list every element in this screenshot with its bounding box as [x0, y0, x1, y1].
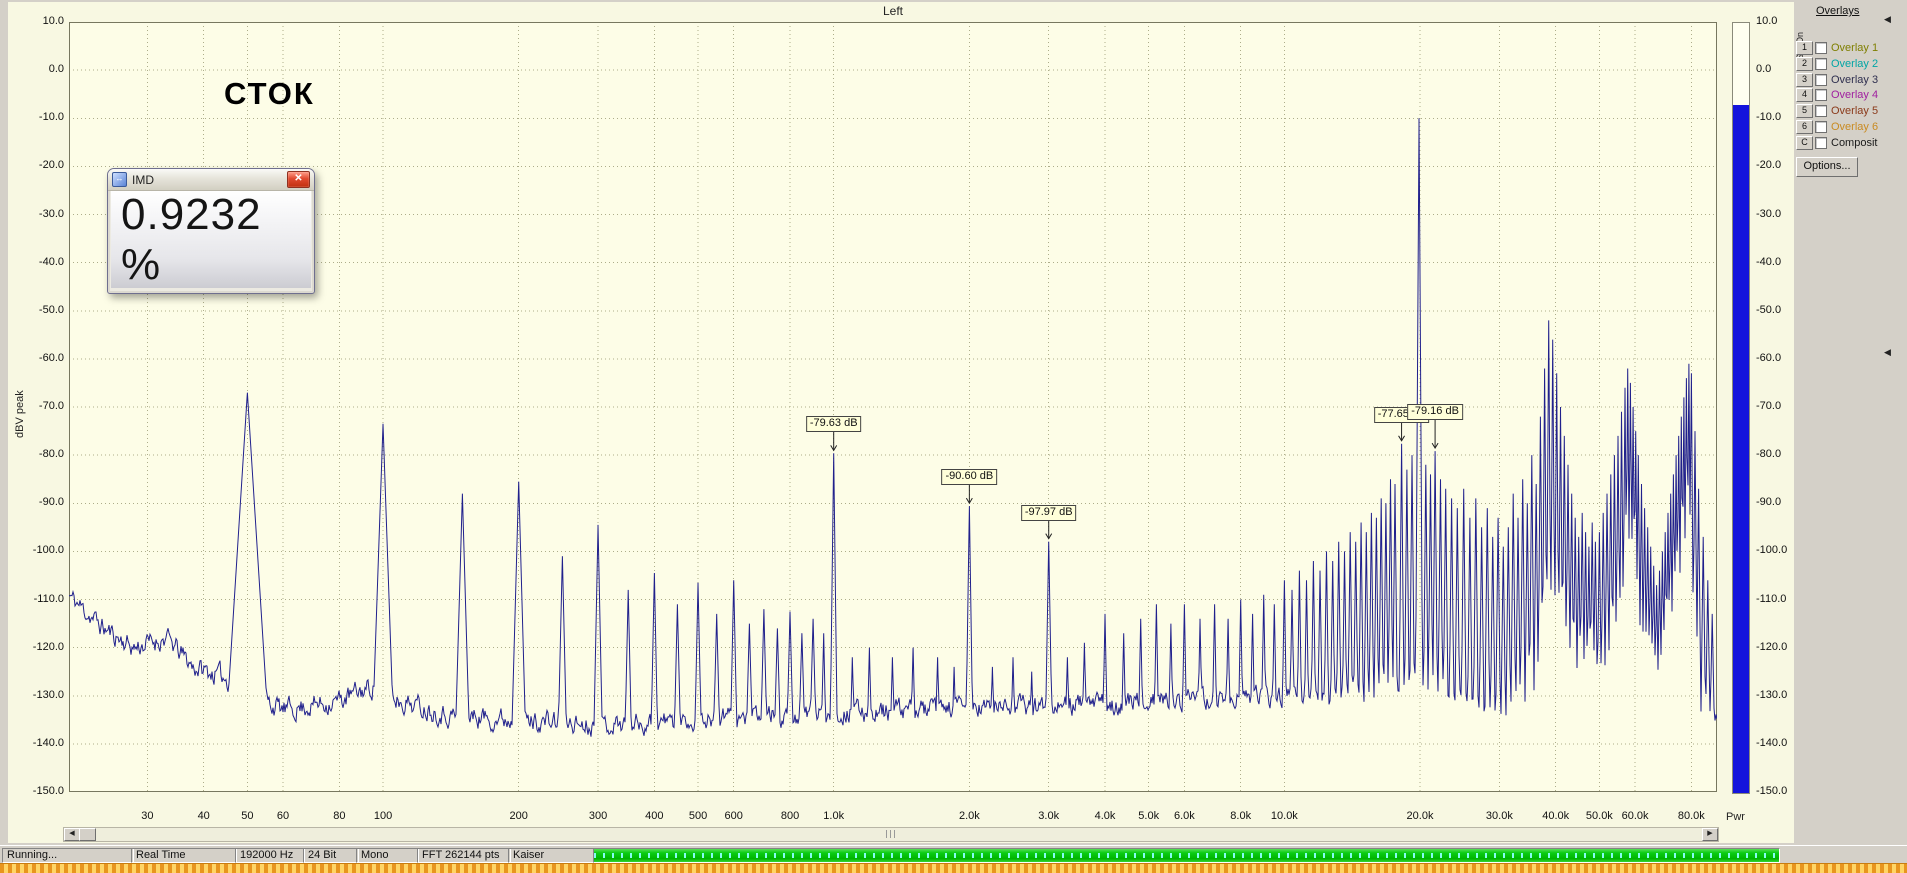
- marker-label[interactable]: -97.97 dB: [1020, 504, 1077, 521]
- spectrum-plot-canvas[interactable]: [69, 22, 1717, 792]
- imd-value: 0.9232 %: [121, 189, 262, 289]
- overlay-on-checkbox[interactable]: [1815, 121, 1827, 133]
- overlay-set-button[interactable]: 2: [1796, 56, 1813, 71]
- horizontal-scrollbar[interactable]: ◀ ▶: [63, 827, 1719, 842]
- channel-title: Left: [882, 4, 904, 18]
- status-field: FFT 262144 pts: [417, 848, 511, 863]
- overlay-on-checkbox[interactable]: [1815, 105, 1827, 118]
- scrollbar-left-arrow-icon[interactable]: ◀: [64, 828, 80, 841]
- spectrum-analyzer-app: { "header": { "title": "Left" }, "axes":…: [0, 0, 1907, 873]
- plot-annotation-text: СТОК: [224, 76, 315, 111]
- progress-wave-pattern: [594, 853, 1779, 858]
- overlay-on-checkbox[interactable]: [1815, 57, 1827, 70]
- status-field: 24 Bit: [303, 848, 359, 863]
- overlay-on-checkbox[interactable]: [1815, 89, 1827, 102]
- panel-collapse-arrow-icon[interactable]: ◀: [1884, 14, 1891, 25]
- imd-window-close-icon[interactable]: ✕: [287, 171, 310, 188]
- progress-bar: [594, 849, 1779, 862]
- scrollbar-thumb[interactable]: [79, 828, 96, 841]
- progress-field: [593, 848, 1780, 863]
- status-field: 192000 Hz: [235, 848, 305, 863]
- overlay-label: Overlay 5: [1831, 105, 1879, 118]
- overlay-label: Overlay 4: [1831, 89, 1879, 102]
- overlay-row: 2 Overlay 2: [1796, 56, 1879, 71]
- status-field: Running...: [2, 848, 134, 863]
- overlay-on-checkbox[interactable]: [1815, 42, 1827, 54]
- overlay-label: Overlay 2: [1831, 57, 1879, 70]
- overlay-set-button[interactable]: 3: [1796, 72, 1813, 87]
- overlay-row: 4 Overlay 4: [1796, 88, 1879, 103]
- overlay-label: Overlay 3: [1831, 73, 1879, 86]
- overlay-set-button[interactable]: 1: [1796, 41, 1813, 55]
- scrollbar-right-arrow-icon[interactable]: ▶: [1702, 828, 1718, 841]
- imd-window-titlebar[interactable]: ↔ IMD ✕: [108, 169, 314, 191]
- overlay-row: 1 Overlay 1: [1796, 41, 1878, 55]
- overlays-panel-title: Overlays: [1816, 5, 1860, 17]
- imd-window-icon[interactable]: ↔: [112, 172, 127, 187]
- overlay-label: Overlay 6: [1831, 121, 1879, 133]
- status-field: Mono: [356, 848, 419, 863]
- scrollbar-grip[interactable]: [886, 830, 896, 838]
- marker-label[interactable]: -79.63 dB: [805, 416, 862, 433]
- marker-label[interactable]: -90.60 dB: [941, 469, 998, 486]
- imd-window-content: 0.9232 %: [111, 189, 311, 289]
- overlay-label: Composit: [1831, 136, 1878, 149]
- overlay-set-button[interactable]: 6: [1796, 120, 1813, 134]
- panel-splitter-arrow-icon[interactable]: ◀: [1884, 347, 1891, 358]
- overlay-on-checkbox[interactable]: [1815, 73, 1827, 86]
- power-level-meter: [1732, 22, 1750, 794]
- overlay-label: Overlay 1: [1831, 42, 1879, 54]
- status-field: Real Time: [131, 848, 237, 863]
- power-level-meter-fill: [1733, 105, 1749, 793]
- imd-window-title: IMD: [132, 172, 154, 187]
- overlay-set-button[interactable]: C: [1796, 135, 1813, 150]
- status-bar: Running... Real Time 192000 Hz 24 Bit Mono FF…: [0, 845, 1907, 864]
- options-button[interactable]: Options...: [1796, 157, 1858, 177]
- status-field: Kaiser: [508, 848, 595, 863]
- imd-window[interactable]: ↔ IMD ✕ 0.9232 %: [107, 168, 315, 294]
- overlay-row: C Composit: [1796, 135, 1878, 150]
- y-axis-title: dBV peak: [14, 390, 26, 438]
- overlay-row: 3 Overlay 3: [1796, 72, 1879, 87]
- overlay-set-button[interactable]: 5: [1796, 104, 1813, 119]
- overlay-on-checkbox[interactable]: [1815, 136, 1827, 149]
- overlay-row: 6 Overlay 6: [1796, 120, 1878, 134]
- spectrum-trace-svg: [69, 22, 1717, 792]
- pwr-label: Pwr: [1726, 811, 1745, 823]
- overlay-row: 5 Overlay 5: [1796, 104, 1879, 119]
- marker-label[interactable]: -79.16 dB: [1407, 404, 1463, 421]
- overlay-set-button[interactable]: 4: [1796, 88, 1813, 103]
